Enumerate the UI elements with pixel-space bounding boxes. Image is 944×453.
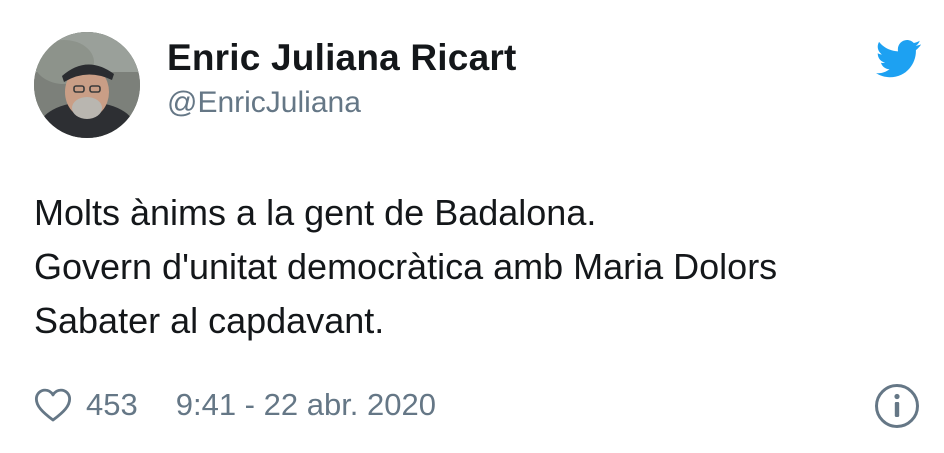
tweet-footer: 453 9:41 - 22 abr. 2020	[34, 383, 436, 427]
tweet-text-line: Molts ànims a la gent de Badalona.	[34, 192, 597, 233]
author-display-name[interactable]: Enric Juliana Ricart	[167, 37, 516, 79]
avatar-image	[34, 32, 140, 138]
tweet-timestamp[interactable]: 9:41 - 22 abr. 2020	[176, 387, 436, 423]
tweet-text-line: Govern d'unitat democràtica amb Maria Do…	[34, 246, 778, 287]
info-icon[interactable]	[874, 383, 920, 429]
twitter-bird-icon[interactable]	[876, 40, 922, 78]
tweet-text: Molts ànims a la gent de Badalona. Gover…	[34, 186, 924, 348]
avatar[interactable]	[34, 32, 140, 138]
tweet-card: Enric Juliana Ricart @EnricJuliana Molts…	[0, 0, 944, 453]
heart-icon[interactable]	[34, 387, 72, 423]
author-handle[interactable]: @EnricJuliana	[167, 86, 361, 120]
like-count: 453	[86, 387, 138, 422]
tweet-text-line: Sabater al capdavant.	[34, 300, 385, 341]
